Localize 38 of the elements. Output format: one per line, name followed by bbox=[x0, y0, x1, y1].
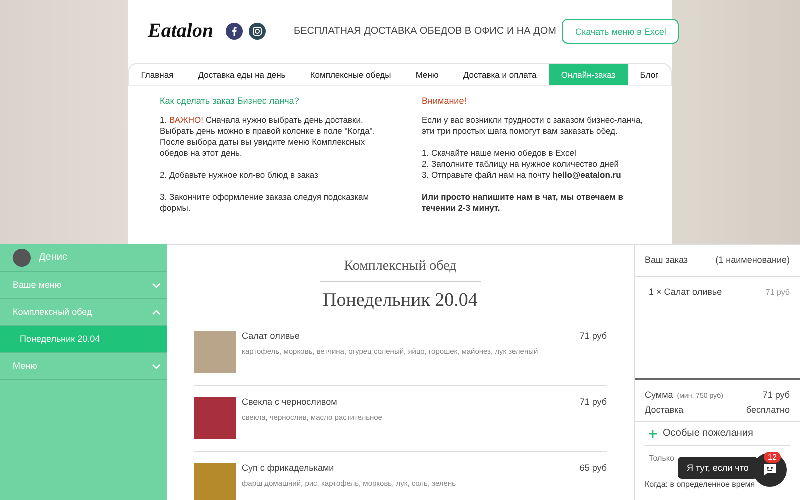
order-count: (1 наименование) bbox=[716, 255, 790, 265]
nav-tab[interactable]: Комплексные обеды bbox=[298, 64, 404, 85]
only-text: Только bbox=[649, 454, 674, 463]
category-title: Комплексный обед bbox=[320, 259, 481, 282]
tagline: БЕСПЛАТНАЯ ДОСТАВКА ОБЕДОВ В ОФИС И НА ДОМ bbox=[294, 26, 556, 37]
notification-badge: 12 bbox=[764, 452, 781, 463]
order-title: Ваш заказ bbox=[645, 255, 688, 265]
sum-label: Сумма bbox=[645, 390, 674, 400]
nav-tab[interactable]: Доставка еды на день bbox=[186, 64, 298, 85]
nav-tab[interactable]: Блог bbox=[628, 64, 671, 85]
info-paragraph: 1. ВАЖНО! Сначала нужно выбрать день доставки. Выбрать день можно в правой колонке в поле "Когда". После выбора даты вы увидите меню Комплексных обедов на этот день. bbox=[160, 115, 376, 159]
dish-name: Салат оливье bbox=[242, 331, 300, 341]
dish-price: 65 руб bbox=[580, 463, 607, 473]
info-title: Как сделать заказ Бизнес ланча? bbox=[160, 96, 300, 106]
dish-price: 71 руб bbox=[580, 397, 607, 407]
special-wishes-link[interactable]: Особые пожелания bbox=[663, 428, 754, 439]
info-paragraph: 3. Закончите оформление заказа следуя подсказкам формы. bbox=[160, 192, 370, 214]
dish-name: Суп с фрикадельками bbox=[242, 463, 334, 473]
user-name: Денис bbox=[39, 252, 68, 263]
nav-tab[interactable]: Главная bbox=[129, 64, 186, 85]
delivery-label: Доставка bbox=[645, 405, 684, 415]
day-title: Понедельник 20.04 bbox=[323, 290, 478, 312]
dish-name: Свекла с черносливом bbox=[242, 397, 338, 407]
sum-value: 71 руб bbox=[762, 390, 790, 400]
logo[interactable]: Eatalon bbox=[148, 20, 220, 43]
nav-tab[interactable]: Доставка и оплата bbox=[451, 64, 550, 85]
nav-tab[interactable]: Меню bbox=[404, 64, 452, 85]
order-item-price: 71 руб bbox=[766, 288, 790, 296]
info-paragraph: 2. Добавьте нужное кол-во блюд в заказ bbox=[160, 170, 320, 181]
when-field[interactable]: Когда: в определенное время bbox=[645, 480, 756, 489]
info-paragraph: Или просто напишите нам в чат, мы отвечаем в течении 2-3 минут. bbox=[422, 192, 624, 214]
order-item: 1 × Салат оливье bbox=[649, 287, 722, 297]
info-paragraph: 1. Скачайте наше меню обедов в Excel 2. Заполните таблицу на нужное количество дней 3. Отправьте файл нам на почту hello@eatalon.ru bbox=[422, 148, 622, 181]
chat-tooltip: Я тут, если что bbox=[678, 457, 758, 479]
info-title: Внимание! bbox=[422, 96, 468, 106]
dish-price: 71 руб bbox=[580, 331, 607, 341]
delivery-value: бесплатно bbox=[746, 405, 790, 415]
info-paragraph: Если у вас возникли трудности с заказом бизнес-ланча, эти три простых шага помогут вам заказать обед. bbox=[422, 115, 644, 137]
